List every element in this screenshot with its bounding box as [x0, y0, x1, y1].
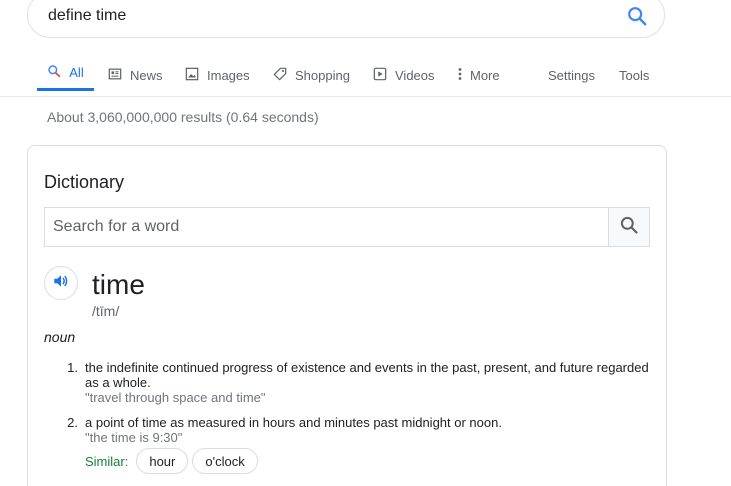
tab-all[interactable]: All	[37, 56, 94, 91]
tab-videos[interactable]: Videos	[373, 56, 435, 94]
search-icon[interactable]	[626, 5, 648, 27]
search-tabs: All News Images Shopping Videos More Set…	[0, 56, 731, 97]
result-stats: About 3,060,000,000 results (0.64 second…	[47, 109, 319, 125]
speaker-icon	[52, 272, 70, 295]
tab-label: News	[130, 67, 163, 83]
tab-label: Images	[207, 67, 250, 83]
tab-label: Videos	[395, 67, 435, 83]
definition-number: 1.	[67, 360, 78, 375]
similar-words: Similar: hour o'clock	[85, 448, 262, 474]
tab-label: All	[69, 64, 84, 80]
dictionary-search-input[interactable]	[53, 217, 593, 237]
search-icon	[47, 64, 63, 80]
dictionary-title: Dictionary	[44, 172, 125, 192]
search-icon	[619, 215, 639, 240]
part-of-speech: noun	[44, 329, 76, 345]
tab-tools[interactable]: Tools	[619, 56, 649, 94]
tab-shopping[interactable]: Shopping	[273, 56, 350, 94]
tag-icon	[273, 67, 289, 83]
phonetic: /tīm/	[92, 303, 120, 319]
image-icon	[185, 67, 201, 83]
search-input[interactable]	[48, 5, 608, 27]
definition-number: 2.	[67, 415, 78, 430]
similar-label: Similar:	[85, 453, 129, 469]
tab-label: Tools	[619, 67, 650, 83]
similar-chip-oclock[interactable]: o'clock	[192, 448, 258, 474]
definition-example: "travel through space and time"	[85, 390, 266, 405]
news-icon	[108, 67, 124, 83]
tab-images[interactable]: Images	[185, 56, 250, 94]
dictionary-search-box	[44, 207, 650, 247]
tab-label: Settings	[548, 67, 595, 83]
tab-settings[interactable]: Settings	[548, 56, 595, 94]
tab-label: More	[470, 67, 500, 83]
headword: time	[92, 269, 145, 300]
similar-chip-hour[interactable]: hour	[136, 448, 189, 474]
definition-text: the indefinite continued progress of exi…	[85, 360, 649, 390]
definition-example: "the time is 9:30"	[85, 430, 183, 445]
search-box[interactable]	[27, 0, 665, 38]
tab-label: Shopping	[295, 67, 350, 83]
tab-more[interactable]: More	[458, 56, 500, 94]
dictionary-card: Dictionary time /tīm/ noun 1. the indefi…	[27, 145, 667, 486]
more-vertical-icon	[458, 67, 464, 83]
pronunciation-button[interactable]	[44, 266, 78, 300]
tab-news[interactable]: News	[108, 56, 163, 94]
definition-text: a point of time as measured in hours and…	[85, 415, 502, 430]
dictionary-search-button[interactable]	[608, 208, 649, 246]
play-icon	[373, 67, 389, 83]
